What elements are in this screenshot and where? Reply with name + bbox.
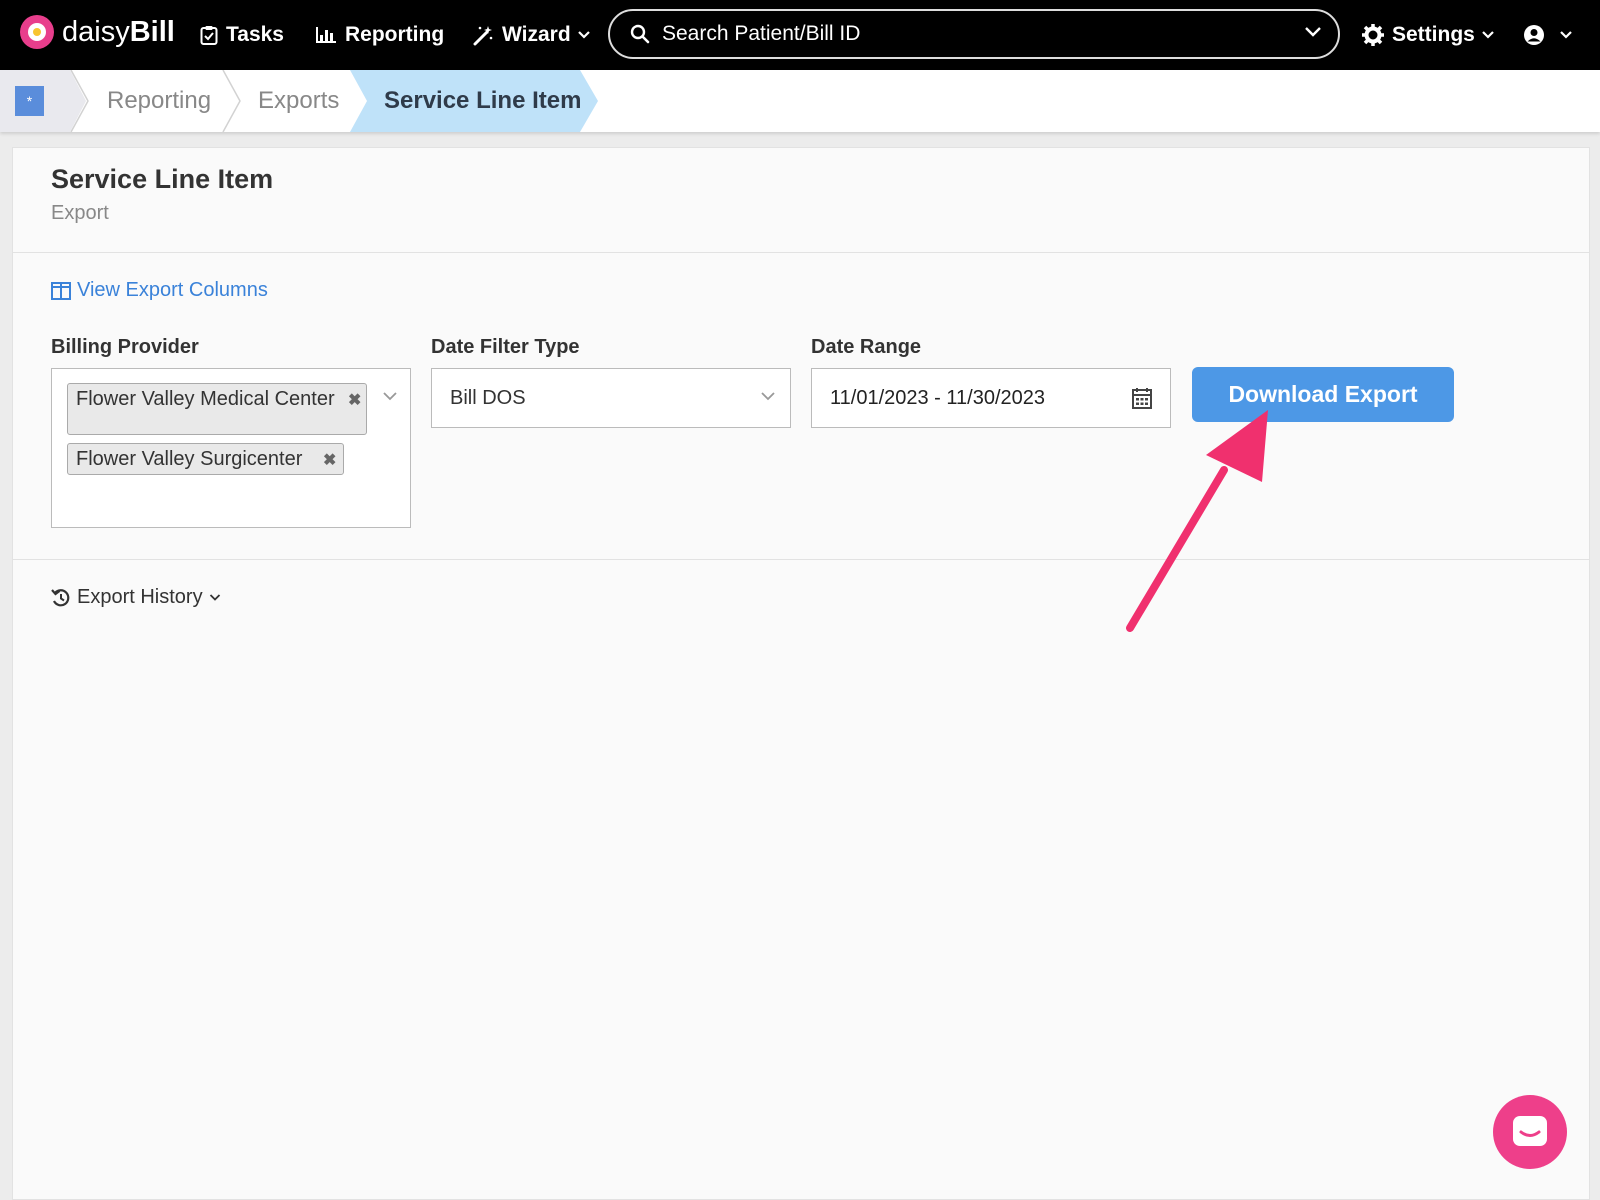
nav-reporting[interactable]: Reporting: [315, 20, 444, 50]
user-menu[interactable]: [1523, 20, 1581, 50]
export-history-toggle[interactable]: Export History: [51, 586, 221, 609]
chevron-down-icon: [1482, 31, 1494, 39]
date-filter-type-select[interactable]: Bill DOS: [431, 368, 791, 428]
brand-logo[interactable]: daisyBill: [20, 15, 175, 49]
top-nav: daisyBill Tasks Reporting Wizard Setting…: [0, 0, 1600, 70]
home-icon: *: [15, 86, 44, 116]
search-input[interactable]: [662, 22, 1282, 46]
date-filter-type-label: Date Filter Type: [431, 336, 580, 358]
date-filter-type-value: Bill DOS: [450, 387, 526, 409]
chevron-down-icon: [1560, 31, 1572, 39]
page-title: Service Line Item: [51, 164, 274, 194]
calendar-icon[interactable]: [1132, 387, 1152, 409]
nav-settings[interactable]: Settings: [1362, 20, 1503, 50]
user-circle-icon: [1524, 25, 1544, 45]
nav-tasks[interactable]: Tasks: [200, 20, 284, 50]
breadcrumb-separator: [70, 70, 89, 132]
nav-reporting-label: Reporting: [345, 23, 445, 46]
chevron-down-icon[interactable]: [382, 391, 398, 401]
divider: [13, 559, 1589, 560]
breadcrumb-separator: [222, 70, 241, 132]
columns-icon: [51, 281, 71, 300]
divider: [13, 252, 1589, 253]
chevron-down-icon: [577, 31, 590, 39]
page-subtitle: Export: [51, 202, 109, 224]
clipboard-check-icon: [200, 26, 218, 45]
chevron-down-icon: [761, 392, 775, 401]
search-icon: [630, 24, 650, 44]
billing-provider-select[interactable]: Flower Valley Medical Center ✖ Flower Va…: [51, 368, 411, 528]
nav-wizard-label: Wizard: [502, 23, 571, 46]
magic-wand-icon: [473, 26, 493, 46]
remove-tag-icon[interactable]: ✖: [348, 391, 361, 411]
nav-tasks-label: Tasks: [226, 23, 284, 46]
history-icon: [51, 588, 70, 606]
date-range-input[interactable]: 11/01/2023 - 11/30/2023: [811, 368, 1171, 428]
search-box[interactable]: [608, 9, 1340, 59]
chevron-down-icon[interactable]: [1304, 25, 1322, 39]
logo-flower-icon: [20, 15, 54, 49]
brand-name: daisyBill: [62, 15, 175, 48]
breadcrumb-exports[interactable]: Exports: [258, 70, 339, 132]
breadcrumb-reporting[interactable]: Reporting: [107, 70, 211, 132]
nav-settings-label: Settings: [1392, 23, 1475, 46]
bar-chart-icon: [316, 27, 336, 43]
nav-wizard[interactable]: Wizard: [472, 20, 599, 50]
breadcrumb-current: Service Line Item: [350, 70, 598, 132]
provider-tag: Flower Valley Surgicenter ✖: [67, 443, 344, 475]
remove-tag-icon[interactable]: ✖: [323, 451, 336, 471]
chat-icon: [1513, 1116, 1547, 1146]
download-export-button[interactable]: Download Export: [1192, 367, 1454, 422]
export-card: Service Line Item Export View Export Col…: [12, 147, 1590, 1200]
provider-tag: Flower Valley Medical Center ✖: [67, 383, 367, 435]
date-range-value: 11/01/2023 - 11/30/2023: [830, 387, 1045, 409]
breadcrumb: * Reporting Exports Service Line Item: [0, 70, 1600, 132]
billing-provider-label: Billing Provider: [51, 336, 199, 358]
chevron-down-icon: [209, 594, 220, 601]
gear-icon: [1362, 24, 1384, 46]
view-export-columns-link[interactable]: View Export Columns: [51, 279, 268, 302]
chat-launcher-button[interactable]: [1493, 1095, 1567, 1169]
date-range-label: Date Range: [811, 336, 922, 358]
